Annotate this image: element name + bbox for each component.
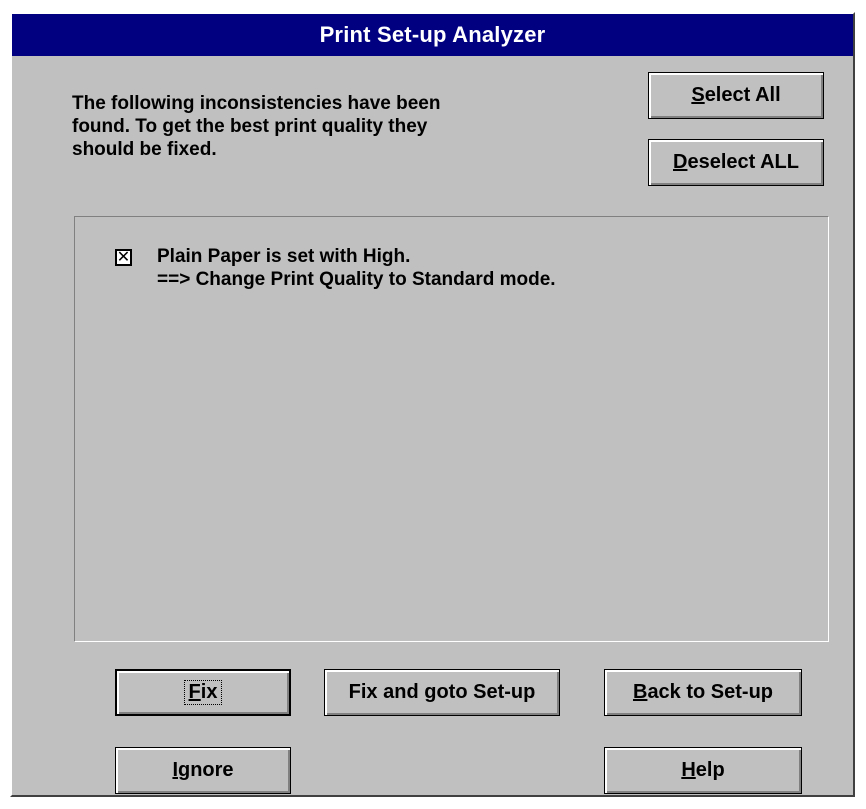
item-issue-line: Plain Paper is set with High. [157, 246, 411, 267]
item-text: Plain Paper is set with High. ==> Change… [157, 245, 556, 291]
fix-button[interactable]: Fix [115, 669, 291, 716]
focus-rect: Fix [183, 680, 223, 705]
ignore-button[interactable]: Ignore [115, 747, 291, 794]
check-mark-icon: ✕ [116, 248, 131, 266]
inconsistencies-list[interactable]: ✕ Plain Paper is set with High. ==> Chan… [74, 216, 829, 642]
list-item[interactable]: ✕ Plain Paper is set with High. ==> Chan… [115, 245, 556, 291]
dialog-title: Print Set-up Analyzer [319, 22, 546, 47]
dialog-title-bar: Print Set-up Analyzer [12, 14, 853, 56]
select-all-button[interactable]: Select All [648, 72, 824, 119]
print-setup-analyzer-dialog: Print Set-up Analyzer The following inco… [10, 12, 855, 797]
back-to-setup-button[interactable]: Back to Set-up [604, 669, 802, 716]
item-fix-line: ==> Change Print Quality to Standard mod… [157, 269, 556, 290]
fix-and-goto-setup-button[interactable]: Fix and g oto Set-up [324, 669, 560, 716]
intro-message: The following inconsistencies have been … [72, 93, 441, 160]
help-button[interactable]: Help [604, 747, 802, 794]
deselect-all-button[interactable]: Deselect ALL [648, 139, 824, 186]
item-checkbox[interactable]: ✕ [115, 249, 132, 266]
